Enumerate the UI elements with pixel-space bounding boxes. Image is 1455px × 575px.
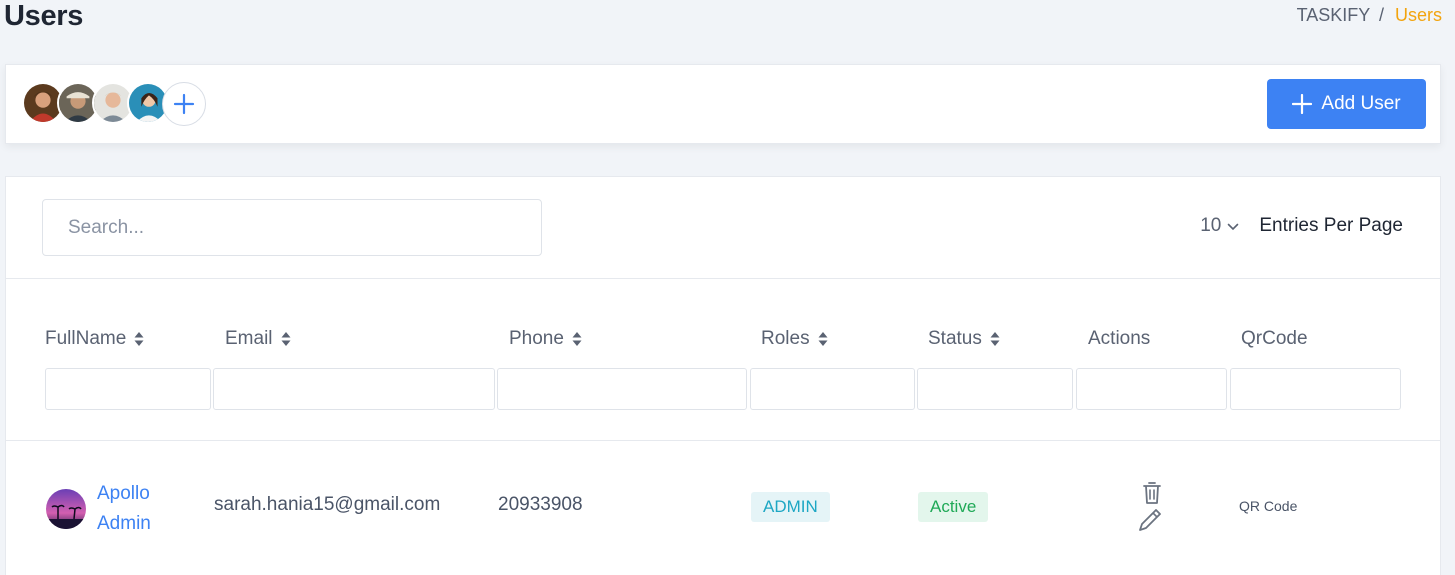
- column-header-label: QrCode: [1241, 328, 1308, 349]
- entries-per-page: 10 Entries Per Page: [1200, 215, 1403, 237]
- page-title: Users: [4, 0, 84, 32]
- column-header-label: FullName: [45, 328, 127, 349]
- column-header-actions: Actions: [1088, 328, 1150, 350]
- column-header-label: Status: [928, 328, 982, 349]
- column-header-label: Roles: [761, 328, 810, 349]
- users-table-card: 10 Entries Per Page FullName Email Phone…: [5, 176, 1441, 575]
- column-header-email[interactable]: Email: [225, 328, 291, 350]
- filter-email-input[interactable]: [213, 368, 495, 410]
- qr-code-link[interactable]: QR Code: [1239, 498, 1297, 514]
- column-header-label: Phone: [509, 328, 564, 349]
- entries-select[interactable]: 10: [1200, 215, 1221, 237]
- column-header-fullname[interactable]: FullName: [45, 328, 144, 350]
- filter-roles-input[interactable]: [750, 368, 915, 410]
- filter-fullname-input[interactable]: [45, 368, 211, 410]
- column-header-qrcode: QrCode: [1241, 328, 1308, 350]
- filter-status-input[interactable]: [917, 368, 1073, 410]
- sort-icon[interactable]: [134, 331, 144, 347]
- search-input[interactable]: [42, 199, 542, 256]
- column-header-phone[interactable]: Phone: [509, 328, 582, 350]
- add-user-button[interactable]: Add User: [1267, 79, 1426, 129]
- chevron-down-icon[interactable]: [1227, 223, 1239, 231]
- user-last-name: Admin: [97, 513, 151, 534]
- sort-icon[interactable]: [281, 331, 291, 347]
- user-email: sarah.hania15@gmail.com: [214, 494, 441, 515]
- add-avatar-button[interactable]: [162, 82, 206, 126]
- plus-icon: [173, 93, 195, 115]
- breadcrumb-current: Users: [1394, 5, 1442, 25]
- avatar-photo-icon: [46, 489, 86, 529]
- plus-icon: [1292, 94, 1313, 114]
- avatar: [46, 489, 86, 529]
- user-name-link[interactable]: Apollo Admin: [97, 479, 177, 539]
- column-header-roles[interactable]: Roles: [761, 328, 828, 350]
- add-user-label: Add User: [1321, 93, 1401, 114]
- sort-icon[interactable]: [818, 331, 828, 347]
- breadcrumb: TASKIFY / Users: [1297, 5, 1442, 26]
- filter-phone-input[interactable]: [497, 368, 747, 410]
- divider: [6, 440, 1440, 441]
- breadcrumb-separator: /: [1378, 5, 1384, 25]
- status-badge: Active: [918, 492, 989, 522]
- column-header-status[interactable]: Status: [928, 328, 1000, 350]
- breadcrumb-root[interactable]: TASKIFY: [1297, 5, 1370, 25]
- filter-qrcode-input[interactable]: [1230, 368, 1401, 410]
- users-toolbar-card: Add User: [5, 64, 1441, 144]
- column-header-label: Actions: [1088, 328, 1151, 349]
- role-badge: ADMIN: [751, 492, 830, 522]
- user-phone: 20933908: [498, 494, 583, 515]
- entries-label: Entries Per Page: [1259, 215, 1403, 236]
- filter-actions-input[interactable]: [1076, 368, 1227, 410]
- edit-pencil-icon[interactable]: [1137, 507, 1163, 533]
- divider: [6, 278, 1440, 279]
- column-header-label: Email: [225, 328, 273, 349]
- sort-icon[interactable]: [572, 331, 582, 347]
- sort-icon[interactable]: [990, 331, 1000, 347]
- trash-icon[interactable]: [1142, 481, 1162, 505]
- user-first-name: Apollo: [97, 483, 150, 504]
